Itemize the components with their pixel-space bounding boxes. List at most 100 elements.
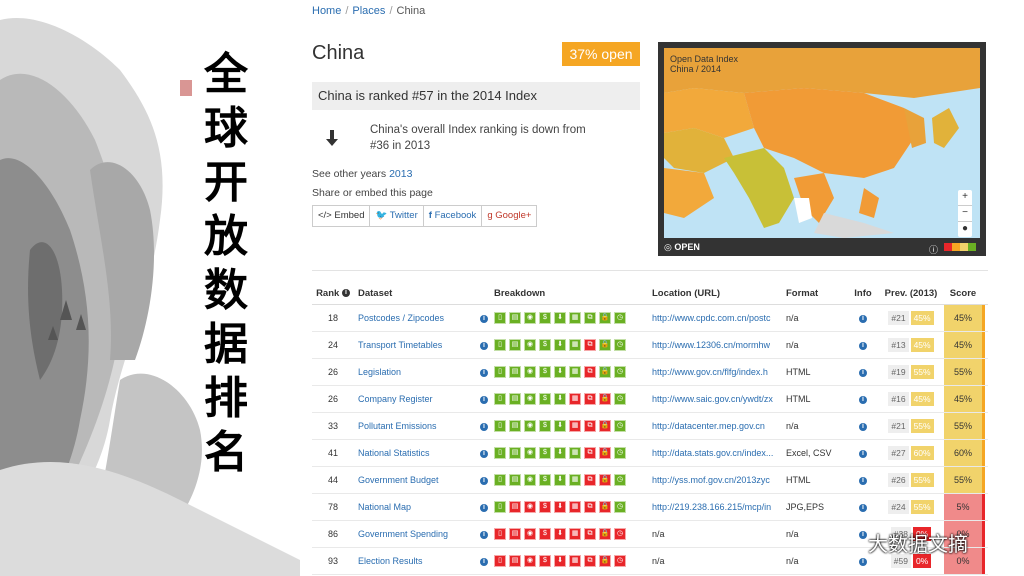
dataset-link[interactable]: Transport Timetables bbox=[354, 332, 480, 358]
download-icon[interactable]: ⬇ bbox=[554, 555, 566, 567]
embed-button[interactable]: </> Embed bbox=[312, 205, 371, 227]
zoom-out-button[interactable]: − bbox=[958, 206, 972, 222]
dollar-icon[interactable]: $ bbox=[539, 501, 551, 513]
clock-icon[interactable]: ◷ bbox=[614, 501, 626, 513]
doc-icon[interactable]: ▯ bbox=[494, 555, 506, 567]
lock-icon[interactable]: 🔒 bbox=[599, 339, 611, 351]
dataset-link[interactable]: Company Register bbox=[354, 386, 480, 412]
clock-icon[interactable]: ◷ bbox=[614, 555, 626, 567]
doc-icon[interactable]: ▯ bbox=[494, 474, 506, 486]
doc-icon[interactable]: ▯ bbox=[494, 339, 506, 351]
dollar-icon[interactable]: $ bbox=[539, 366, 551, 378]
doc-icon[interactable]: ▯ bbox=[494, 501, 506, 513]
dollar-icon[interactable]: $ bbox=[539, 474, 551, 486]
download-icon[interactable]: ⬇ bbox=[554, 528, 566, 540]
info-icon[interactable]: i bbox=[480, 530, 488, 539]
info-icon[interactable]: i bbox=[480, 422, 488, 431]
clock-icon[interactable]: ◷ bbox=[614, 447, 626, 459]
eye-icon[interactable]: ◉ bbox=[524, 447, 536, 459]
keyboard-icon[interactable]: ▦ bbox=[569, 366, 581, 378]
copy-icon[interactable]: ⧉ bbox=[584, 528, 596, 540]
location-link[interactable]: http://219.238.166.215/mcp/in bbox=[652, 494, 786, 520]
keyboard-icon[interactable]: ▦ bbox=[569, 555, 581, 567]
download-icon[interactable]: ⬇ bbox=[554, 420, 566, 432]
location-link[interactable]: http://www.cpdc.com.cn/postc bbox=[652, 305, 786, 331]
eye-icon[interactable]: ◉ bbox=[524, 339, 536, 351]
clock-icon[interactable]: ◷ bbox=[614, 420, 626, 432]
lock-icon[interactable]: 🔒 bbox=[599, 528, 611, 540]
eye-icon[interactable]: ◉ bbox=[524, 555, 536, 567]
eye-icon[interactable]: ◉ bbox=[524, 528, 536, 540]
copy-icon[interactable]: ⧉ bbox=[584, 420, 596, 432]
info-icon[interactable]: i bbox=[480, 503, 488, 512]
info-icon[interactable]: i bbox=[859, 395, 867, 404]
location-link[interactable]: http://datacenter.mep.gov.cn bbox=[652, 413, 786, 439]
doc-icon[interactable]: ▯ bbox=[494, 312, 506, 324]
copy-icon[interactable]: ⧉ bbox=[584, 474, 596, 486]
year-link-2013[interactable]: 2013 bbox=[389, 168, 412, 180]
copy-icon[interactable]: ⧉ bbox=[584, 312, 596, 324]
dollar-icon[interactable]: $ bbox=[539, 447, 551, 459]
save-icon[interactable]: ▤ bbox=[509, 528, 521, 540]
dataset-link[interactable]: Government Spending bbox=[354, 521, 480, 547]
info-icon[interactable]: ⓘ bbox=[929, 243, 938, 257]
dollar-icon[interactable]: $ bbox=[539, 528, 551, 540]
location-link[interactable]: http://www.12306.cn/mormhw bbox=[652, 332, 786, 358]
info-icon[interactable]: i bbox=[859, 557, 867, 566]
doc-icon[interactable]: ▯ bbox=[494, 366, 506, 378]
eye-icon[interactable]: ◉ bbox=[524, 366, 536, 378]
info-icon[interactable]: i bbox=[480, 341, 488, 350]
keyboard-icon[interactable]: ▦ bbox=[569, 528, 581, 540]
lock-icon[interactable]: 🔒 bbox=[599, 447, 611, 459]
eye-icon[interactable]: ◉ bbox=[524, 393, 536, 405]
lock-icon[interactable]: 🔒 bbox=[599, 393, 611, 405]
col-dataset[interactable]: Dataset bbox=[354, 284, 480, 304]
copy-icon[interactable]: ⧉ bbox=[584, 339, 596, 351]
save-icon[interactable]: ▤ bbox=[509, 393, 521, 405]
asia-map[interactable] bbox=[664, 48, 980, 238]
dataset-link[interactable]: Election Results bbox=[354, 548, 480, 574]
save-icon[interactable]: ▤ bbox=[509, 447, 521, 459]
copy-icon[interactable]: ⧉ bbox=[584, 393, 596, 405]
copy-icon[interactable]: ⧉ bbox=[584, 366, 596, 378]
info-icon[interactable]: i bbox=[859, 503, 867, 512]
clock-icon[interactable]: ◷ bbox=[614, 339, 626, 351]
clock-icon[interactable]: ◷ bbox=[614, 474, 626, 486]
dollar-icon[interactable]: $ bbox=[539, 393, 551, 405]
dollar-icon[interactable]: $ bbox=[539, 555, 551, 567]
keyboard-icon[interactable]: ▦ bbox=[569, 501, 581, 513]
globe-icon[interactable]: ● bbox=[958, 222, 972, 237]
zoom-in-button[interactable]: + bbox=[958, 190, 972, 206]
lock-icon[interactable]: 🔒 bbox=[599, 312, 611, 324]
save-icon[interactable]: ▤ bbox=[509, 339, 521, 351]
download-icon[interactable]: ⬇ bbox=[554, 339, 566, 351]
breadcrumb-places[interactable]: Places bbox=[352, 5, 385, 17]
download-icon[interactable]: ⬇ bbox=[554, 474, 566, 486]
keyboard-icon[interactable]: ▦ bbox=[569, 447, 581, 459]
save-icon[interactable]: ▤ bbox=[509, 474, 521, 486]
copy-icon[interactable]: ⧉ bbox=[584, 447, 596, 459]
location-link[interactable]: http://data.stats.gov.cn/index... bbox=[652, 440, 786, 466]
clock-icon[interactable]: ◷ bbox=[614, 393, 626, 405]
info-icon[interactable]: i bbox=[480, 395, 488, 404]
dataset-link[interactable]: Legislation bbox=[354, 359, 480, 385]
info-icon[interactable]: i bbox=[480, 449, 488, 458]
download-icon[interactable]: ⬇ bbox=[554, 312, 566, 324]
location-link[interactable]: http://www.gov.cn/flfg/index.h bbox=[652, 359, 786, 385]
doc-icon[interactable]: ▯ bbox=[494, 393, 506, 405]
dollar-icon[interactable]: $ bbox=[539, 339, 551, 351]
lock-icon[interactable]: 🔒 bbox=[599, 420, 611, 432]
info-icon[interactable]: i bbox=[859, 314, 867, 323]
dataset-link[interactable]: Pollutant Emissions bbox=[354, 413, 480, 439]
location-link[interactable]: http://www.saic.gov.cn/ywdt/zx bbox=[652, 386, 786, 412]
save-icon[interactable]: ▤ bbox=[509, 312, 521, 324]
eye-icon[interactable]: ◉ bbox=[524, 501, 536, 513]
lock-icon[interactable]: 🔒 bbox=[599, 501, 611, 513]
clock-icon[interactable]: ◷ bbox=[614, 312, 626, 324]
download-icon[interactable]: ⬇ bbox=[554, 447, 566, 459]
lock-icon[interactable]: 🔒 bbox=[599, 555, 611, 567]
google-plus-button[interactable]: g Google+ bbox=[481, 205, 538, 227]
dollar-icon[interactable]: $ bbox=[539, 312, 551, 324]
dataset-link[interactable]: National Map bbox=[354, 494, 480, 520]
col-rank[interactable]: Rank i bbox=[312, 284, 354, 304]
